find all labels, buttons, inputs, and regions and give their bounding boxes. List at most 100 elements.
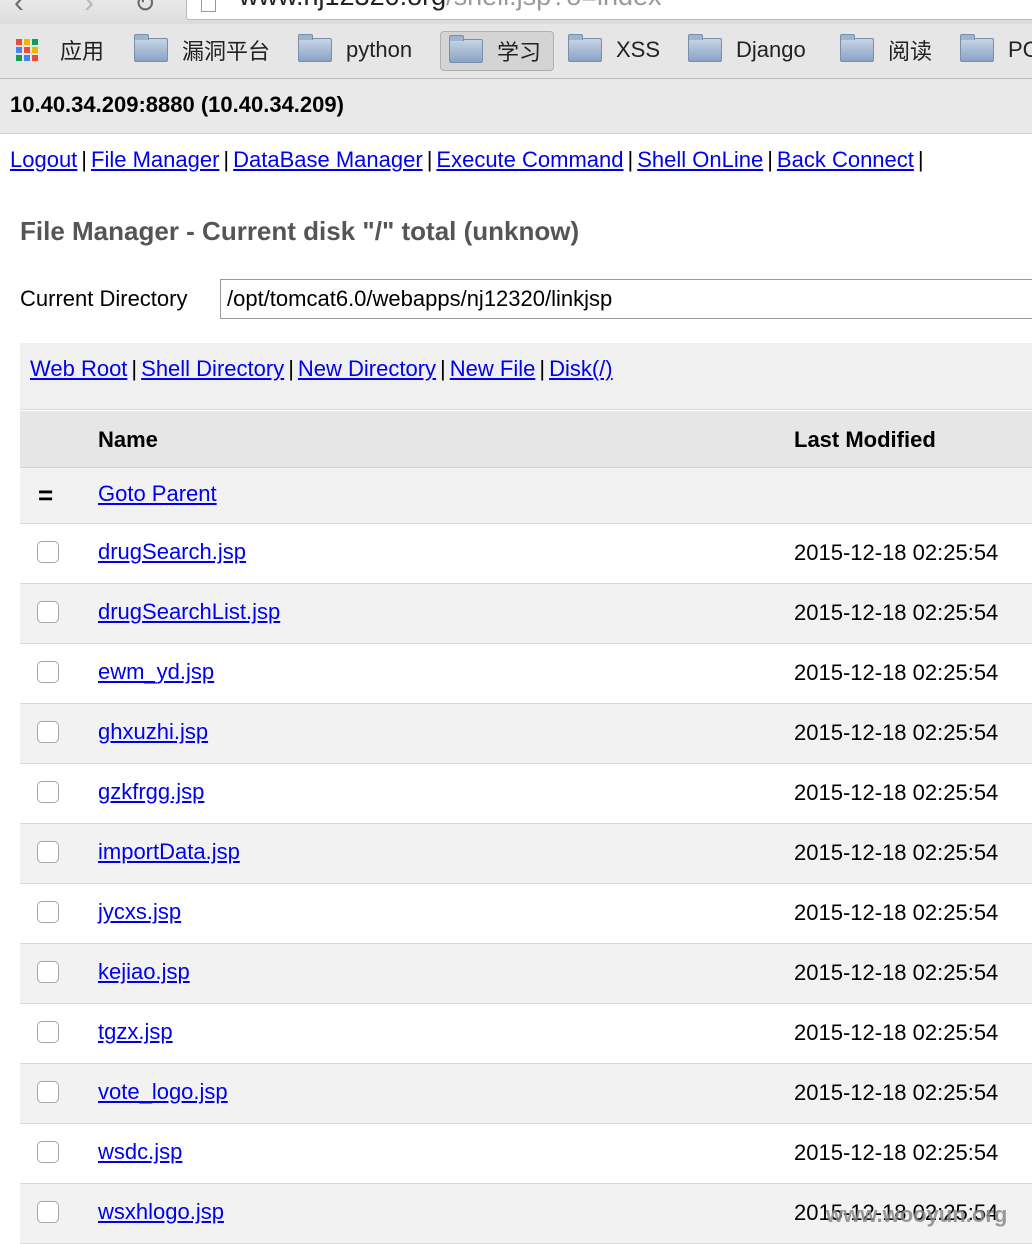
file-name-link[interactable]: ghxuzhi.jsp: [98, 719, 208, 745]
url-host: www.nj12320.org: [239, 0, 446, 11]
back-connect-link[interactable]: Back Connect: [777, 147, 914, 172]
disk-root-link[interactable]: Disk(/): [549, 356, 613, 381]
bookmark-label: PC: [1008, 37, 1032, 62]
file-name-link[interactable]: gzkfrgg.jsp: [98, 779, 204, 805]
table-row: drugSearchList.jsp 2015-12-18 02:25:54: [20, 584, 1032, 644]
table-row: jycxs.jsp 2015-12-18 02:25:54: [20, 884, 1032, 944]
current-directory-label: Current Directory: [20, 286, 188, 311]
folder-icon: [688, 34, 722, 62]
file-name-link[interactable]: jycxs.jsp: [98, 899, 181, 925]
table-row: kejiao.jsp 2015-12-18 02:25:54: [20, 944, 1032, 1004]
bookmark-label: XSS: [616, 37, 661, 62]
folder-icon: [840, 34, 874, 62]
bookmark-label: 漏洞平台: [182, 39, 271, 64]
bookmark-label: 学习: [497, 40, 542, 65]
table-row: tgzx.jsp 2015-12-18 02:25:54: [20, 1004, 1032, 1064]
file-name-link[interactable]: wsxhlogo.jsp: [98, 1199, 224, 1225]
table-row: wsdc.jsp 2015-12-18 02:25:54: [20, 1124, 1032, 1184]
forward-arrow-icon[interactable]: ›: [84, 0, 94, 20]
file-modified-date: 2015-12-18 02:25:54: [794, 600, 999, 625]
file-modified-date: 2015-12-18 02:25:54: [794, 780, 999, 805]
goto-parent-link[interactable]: Goto Parent: [98, 481, 217, 507]
file-table: Name Last Modified = Goto Parent drugSea…: [20, 411, 1032, 1244]
host-address: 10.40.34.209:8880 (10.40.34.209): [10, 92, 344, 117]
bookmark-folder-study[interactable]: 学习: [440, 31, 554, 71]
web-root-link[interactable]: Web Root: [30, 356, 127, 381]
row-checkbox[interactable]: [37, 841, 59, 863]
bookmark-label: 阅读: [888, 39, 933, 64]
column-header-last-modified: Last Modified: [794, 427, 936, 452]
bookmark-folder-pc[interactable]: PC: [952, 31, 1032, 69]
bookmark-apps[interactable]: 应用: [8, 31, 112, 69]
folder-icon: [298, 34, 332, 62]
new-file-link[interactable]: New File: [450, 356, 536, 381]
file-modified-date: 2015-12-18 02:25:54: [794, 660, 999, 685]
shell-directory-link[interactable]: Shell Directory: [141, 356, 284, 381]
row-checkbox[interactable]: [37, 1021, 59, 1043]
file-modified-date: 2015-12-18 02:25:54: [794, 840, 999, 865]
execute-command-link[interactable]: Execute Command: [436, 147, 623, 172]
file-modified-date: 2015-12-18 02:25:54: [794, 1140, 999, 1165]
file-name-link[interactable]: kejiao.jsp: [98, 959, 190, 985]
table-row: importData.jsp 2015-12-18 02:25:54: [20, 824, 1032, 884]
row-checkbox[interactable]: [37, 721, 59, 743]
row-checkbox[interactable]: [37, 901, 59, 923]
table-row: ewm_yd.jsp 2015-12-18 02:25:54: [20, 644, 1032, 704]
row-checkbox[interactable]: [37, 961, 59, 983]
folder-icon: [134, 34, 168, 62]
file-name-link[interactable]: tgzx.jsp: [98, 1019, 173, 1045]
table-row: drugSearch.jsp 2015-12-18 02:25:54: [20, 524, 1032, 584]
file-modified-date: 2015-12-18 02:25:54: [794, 1080, 999, 1105]
current-directory-input[interactable]: [220, 279, 1032, 319]
new-directory-link[interactable]: New Directory: [298, 356, 436, 381]
folder-icon: [449, 35, 483, 63]
file-name-link[interactable]: vote_logo.jsp: [98, 1079, 228, 1105]
file-name-link[interactable]: drugSearchList.jsp: [98, 599, 280, 625]
apps-grid-icon: [16, 39, 38, 61]
watermark: www.wooyun.org: [826, 1202, 1008, 1227]
folder-icon: [568, 34, 602, 62]
file-modified-date: 2015-12-18 02:25:54: [794, 540, 999, 565]
address-bar: ‹ › ↻ www.nj12320.org/shell.jsp?o=index: [0, 0, 1032, 24]
database-manager-link[interactable]: DataBase Manager: [233, 147, 423, 172]
row-checkbox[interactable]: [37, 601, 59, 623]
file-modified-date: 2015-12-18 02:25:54: [794, 1020, 999, 1045]
reload-icon[interactable]: ↻: [134, 0, 156, 19]
host-header: 10.40.34.209:8880 (10.40.34.209): [0, 79, 1032, 134]
file-modified-date: 2015-12-18 02:25:54: [794, 960, 999, 985]
bookmarks-bar: 应用 漏洞平台 python 学习 XSS Django 阅读 PC: [0, 24, 1032, 79]
file-modified-date: 2015-12-18 02:25:54: [794, 720, 999, 745]
row-checkbox[interactable]: [37, 781, 59, 803]
file-manager-link[interactable]: File Manager: [91, 147, 219, 172]
url-field[interactable]: www.nj12320.org/shell.jsp?o=index: [186, 0, 1032, 20]
goto-parent-row: = Goto Parent: [20, 468, 1032, 524]
file-name-link[interactable]: drugSearch.jsp: [98, 539, 246, 565]
url-path: /shell.jsp?o=index: [446, 0, 661, 11]
file-name-link[interactable]: importData.jsp: [98, 839, 240, 865]
bookmark-label: Django: [736, 37, 806, 62]
row-checkbox[interactable]: [37, 1081, 59, 1103]
folder-icon: [960, 34, 994, 62]
bookmark-folder-vuln[interactable]: 漏洞平台: [126, 31, 278, 69]
bookmark-label: python: [346, 37, 413, 62]
page-icon: [201, 0, 216, 12]
file-name-link[interactable]: wsdc.jsp: [98, 1139, 182, 1165]
logout-link[interactable]: Logout: [10, 147, 77, 172]
page-title: File Manager - Current disk "/" total (u…: [20, 216, 580, 246]
row-checkbox[interactable]: [37, 1141, 59, 1163]
bookmark-label: 应用: [60, 39, 105, 64]
parent-symbol: =: [38, 480, 54, 510]
bookmark-folder-django[interactable]: Django: [680, 31, 814, 69]
column-header-name: Name: [98, 427, 158, 452]
back-arrow-icon[interactable]: ‹: [14, 0, 24, 20]
bookmark-folder-reading[interactable]: 阅读: [832, 31, 940, 69]
row-checkbox[interactable]: [37, 541, 59, 563]
file-toolbar: Web Root | Shell Directory | New Directory | N…: [20, 343, 1032, 410]
top-menu: Logout | File Manager | DataBase Manager | Exe…: [10, 147, 924, 172]
bookmark-folder-xss[interactable]: XSS: [560, 31, 668, 69]
shell-online-link[interactable]: Shell OnLine: [637, 147, 763, 172]
row-checkbox[interactable]: [37, 1201, 59, 1223]
row-checkbox[interactable]: [37, 661, 59, 683]
file-name-link[interactable]: ewm_yd.jsp: [98, 659, 214, 685]
bookmark-folder-python[interactable]: python: [290, 31, 420, 69]
